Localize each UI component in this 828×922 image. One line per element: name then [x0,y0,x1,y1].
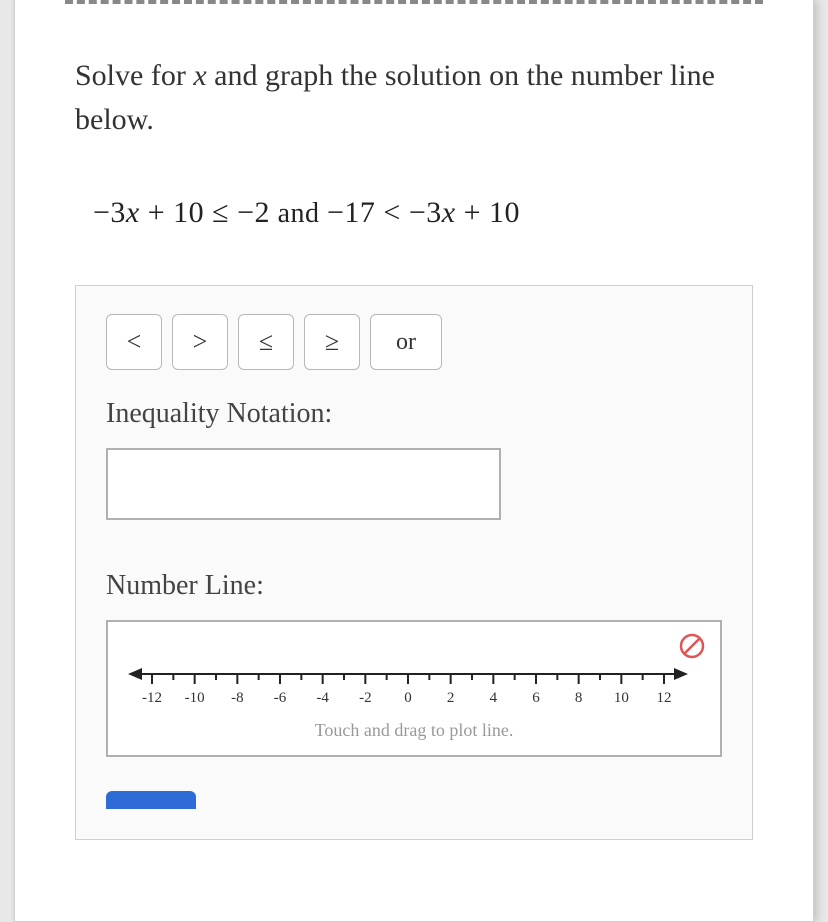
less-equal-button[interactable]: ≤ [238,314,294,370]
inequality-expression: −3x + 10 ≤ −2 and −17 < −3x + 10 [93,196,753,230]
tick-label: -2 [359,690,372,706]
clear-icon[interactable] [678,632,706,660]
tick-label: 6 [532,690,540,706]
eq-part2-var: x [442,196,456,229]
divider-dashed [65,0,763,4]
greater-equal-button[interactable]: ≥ [304,314,360,370]
inequality-input[interactable] [106,448,501,520]
tick-label: -10 [185,690,205,706]
tick-label: 0 [404,690,412,706]
prompt-variable: x [193,59,206,92]
tick-label: -12 [142,690,162,706]
numberline-hint: Touch and drag to plot line. [128,720,700,741]
tick-label: 10 [614,690,629,706]
numberline-label: Number Line: [106,570,722,602]
submit-button[interactable] [106,791,196,809]
eq-part2-post: + 10 [456,196,520,229]
eq-part1-var: x [126,196,140,229]
tick-label: 8 [575,690,583,706]
tick-label: -6 [274,690,287,706]
page-container: Solve for x and graph the solution on th… [14,0,814,922]
prompt-text-pre: Solve for [75,59,193,92]
question-prompt: Solve for x and graph the solution on th… [75,54,753,141]
tick-label: 2 [447,690,455,706]
answer-panel: < > ≤ ≥ or Inequality Notation: Number L… [75,285,753,840]
eq-conjunction: and [270,198,327,229]
less-than-button[interactable]: < [106,314,162,370]
tick-label: -4 [316,690,329,706]
numberline-panel[interactable]: -12 -10 -8 -6 -4 -2 0 2 4 6 8 10 12 Touch and drag t… [106,620,722,757]
tick-label: 12 [657,690,672,706]
eq-part1-mid: + 10 ≤ −2 [140,196,270,229]
numberline-axis[interactable]: -12 -10 -8 -6 -4 -2 0 2 4 6 8 10 12 [128,660,688,710]
eq-part1-pre: −3 [93,196,126,229]
tick-label: -8 [231,690,244,706]
operator-toolbar: < > ≤ ≥ or [106,314,722,370]
inequality-label: Inequality Notation: [106,398,722,430]
eq-part2-pre: −17 < −3 [327,196,442,229]
or-button[interactable]: or [370,314,442,370]
greater-than-button[interactable]: > [172,314,228,370]
tick-label: 4 [490,690,498,706]
